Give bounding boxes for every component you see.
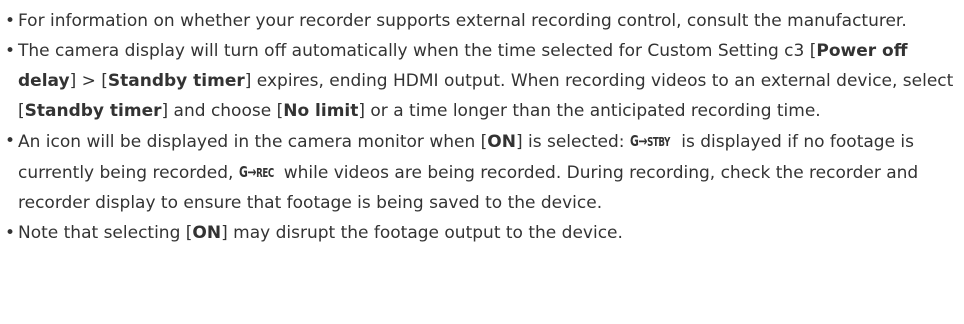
icon-label: REC: [255, 166, 274, 180]
menu-option-name: No limit: [283, 101, 359, 121]
menu-option-name: ON: [192, 223, 222, 243]
bullet-icon: •: [5, 223, 16, 243]
note-text-segment: For information on whether your recorder…: [18, 11, 907, 31]
note-item: • An icon will be displayed in the camera…: [5, 126, 956, 218]
note-text-segment: Note that selecting [: [18, 223, 193, 243]
hdmi-recording-icon: G→REC: [239, 157, 274, 188]
note-text: The camera display will turn off automat…: [18, 41, 953, 121]
note-text-segment: ] and choose [: [161, 101, 284, 121]
menu-option-name: Standby timer: [107, 71, 245, 91]
note-text-segment: The camera display will turn off automat…: [18, 41, 817, 61]
menu-option-name: ON: [487, 132, 516, 152]
bullet-icon: •: [5, 11, 16, 31]
note-item: • The camera display will turn off automa…: [5, 36, 956, 126]
hdmi-standby-icon: G→STBY: [630, 126, 670, 157]
hdmi-output-arrow-icon: G→: [238, 163, 257, 181]
hdmi-output-arrow-icon: G→: [629, 132, 648, 150]
note-text-segment: An icon will be displayed in the camera …: [18, 132, 488, 152]
note-item: • For information on whether your recorde…: [5, 6, 956, 36]
note-text: An icon will be displayed in the camera …: [18, 132, 918, 213]
note-text-segment: ] > [: [69, 71, 108, 91]
note-text-segment: ] may disrupt the footage output to the …: [221, 223, 623, 243]
note-text-segment: ] is selected:: [515, 132, 630, 152]
menu-option-name: Standby timer: [24, 101, 162, 121]
notes-list: • For information on whether your recorde…: [0, 0, 964, 248]
bullet-icon: •: [5, 41, 16, 61]
bullet-icon: •: [5, 131, 16, 151]
note-item: • Note that selecting [ON] may disrupt th…: [5, 218, 956, 248]
note-text: Note that selecting [ON] may disrupt the…: [18, 223, 623, 243]
note-text: For information on whether your recorder…: [18, 11, 907, 31]
icon-label: STBY: [647, 135, 670, 149]
note-text-segment: ] or a time longer than the anticipated …: [358, 101, 821, 121]
